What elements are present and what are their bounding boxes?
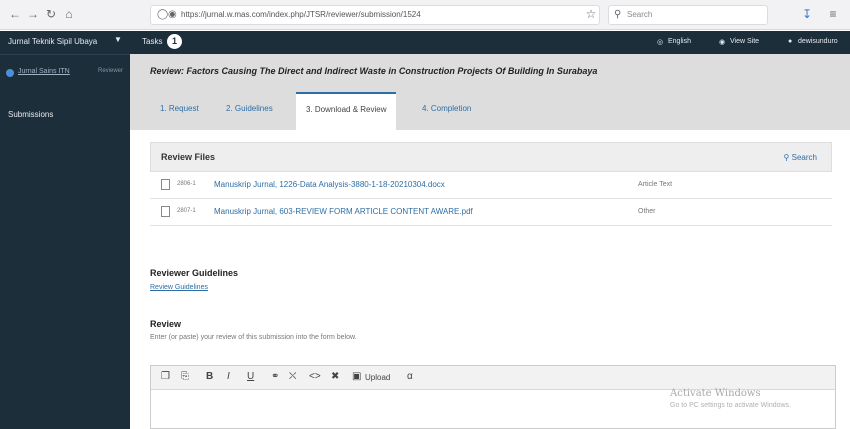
file-id: 2807-1: [177, 208, 196, 214]
review-help-text: Enter (or paste) your review of this sub…: [150, 334, 357, 341]
user-icon: ●: [788, 38, 793, 45]
file-id: 2806-1: [177, 181, 196, 187]
search-icon: ⚲: [783, 153, 792, 162]
table-row: 2807-1 Manuskrip Jurnal, 603-REVIEW FORM…: [150, 199, 832, 226]
eye-icon: ◉: [719, 39, 726, 46]
tasks-count-badge[interactable]: 1: [167, 34, 182, 49]
page-title: Review: Factors Causing The Direct and I…: [150, 66, 598, 76]
menu-icon[interactable]: ≡: [826, 7, 840, 21]
url-text: https://jurnal.w.mas.com/index.php/JTSR/…: [181, 10, 421, 19]
journal-name[interactable]: Jurnal Teknik Sipil Ubaya: [8, 37, 97, 46]
upload-button[interactable]: Upload: [365, 373, 390, 382]
browser-toolbar: ← → ↻ ⌂ ◯ ◉ https://jurnal.w.mas.com/ind…: [0, 0, 850, 30]
copy-icon[interactable]: ❐: [161, 371, 170, 382]
bold-icon[interactable]: B: [206, 371, 213, 382]
tab-request[interactable]: 1. Request: [160, 92, 199, 130]
browser-search-input[interactable]: ⚲ Search: [608, 5, 768, 25]
image-icon[interactable]: ▣: [352, 371, 361, 382]
link-icon[interactable]: ⚭: [271, 371, 279, 382]
avatar: [6, 69, 14, 77]
review-guidelines-link[interactable]: Review Guidelines: [150, 284, 208, 291]
view-site-link[interactable]: View Site: [730, 38, 759, 45]
unlink-icon[interactable]: ⛌: [289, 371, 296, 382]
sidebar: Jurnal Teknik Sipil Ubaya ▼ Jurnal Sains…: [0, 31, 130, 429]
italic-icon[interactable]: I: [227, 371, 230, 382]
review-files-header: Review Files ⚲ Search: [150, 142, 832, 172]
files-search-button[interactable]: ⚲ Search: [784, 153, 817, 162]
back-icon[interactable]: ←: [8, 7, 22, 21]
code-icon[interactable]: <>: [309, 371, 321, 382]
file-type: Other: [638, 208, 656, 215]
reload-icon[interactable]: ↻: [44, 7, 58, 21]
activate-windows-text: Go to PC settings to activate Windows.: [670, 402, 791, 409]
editor-toolbar: ❐ ⎘ B I U ⚭ ⛌ <> ✖ ▣ Upload α: [151, 366, 835, 390]
sidebar-item-submissions[interactable]: Submissions: [8, 110, 53, 119]
file-link[interactable]: Manuskrip Jurnal, 603-REVIEW FORM ARTICL…: [214, 207, 473, 216]
username-link[interactable]: dewisunduro: [798, 38, 838, 45]
user-name[interactable]: Jurnal Sains ITN: [18, 68, 70, 75]
top-navbar: Tasks 1 ◎ English ◉ View Site ● dewisund…: [130, 31, 850, 54]
activate-windows-title: Activate Windows: [670, 388, 761, 399]
tab-completion[interactable]: 4. Completion: [422, 92, 471, 130]
submission-header: Review: Factors Causing The Direct and I…: [130, 54, 850, 130]
font-icon[interactable]: α: [407, 371, 413, 382]
review-files-title: Review Files: [161, 152, 216, 162]
search-icon: ⚲: [614, 9, 622, 20]
document-icon: [161, 206, 170, 217]
tasks-link[interactable]: Tasks: [142, 37, 162, 46]
bookmark-star-icon[interactable]: ☆: [584, 7, 598, 21]
tab-download-review[interactable]: 3. Download & Review: [296, 92, 397, 130]
file-link[interactable]: Manuskrip Jurnal, 1226-Data Analysis-388…: [214, 180, 445, 189]
underline-icon[interactable]: U: [247, 371, 254, 382]
fullscreen-icon[interactable]: ✖: [331, 371, 339, 382]
lock-icon: ◉: [168, 9, 177, 20]
chevron-down-icon[interactable]: ▼: [114, 35, 122, 44]
guidelines-heading: Reviewer Guidelines: [150, 268, 239, 278]
home-icon[interactable]: ⌂: [62, 7, 76, 21]
review-heading: Review: [150, 319, 182, 329]
globe-icon: ◎: [657, 39, 664, 46]
tab-guidelines[interactable]: 2. Guidelines: [226, 92, 273, 130]
user-role: Reviewer: [98, 68, 124, 74]
document-icon: [161, 179, 170, 190]
download-icon[interactable]: ↧: [800, 7, 814, 21]
table-row: 2806-1 Manuskrip Jurnal, 1226-Data Analy…: [150, 172, 832, 199]
language-link[interactable]: English: [668, 38, 691, 45]
paste-icon[interactable]: ⎘: [181, 371, 189, 382]
file-type: Article Text: [638, 181, 673, 188]
address-bar[interactable]: ◯ ◉ https://jurnal.w.mas.com/index.php/J…: [150, 5, 600, 25]
shield-icon: ◯: [157, 9, 169, 20]
sidebar-divider: [0, 54, 130, 55]
forward-icon[interactable]: →: [26, 7, 40, 21]
